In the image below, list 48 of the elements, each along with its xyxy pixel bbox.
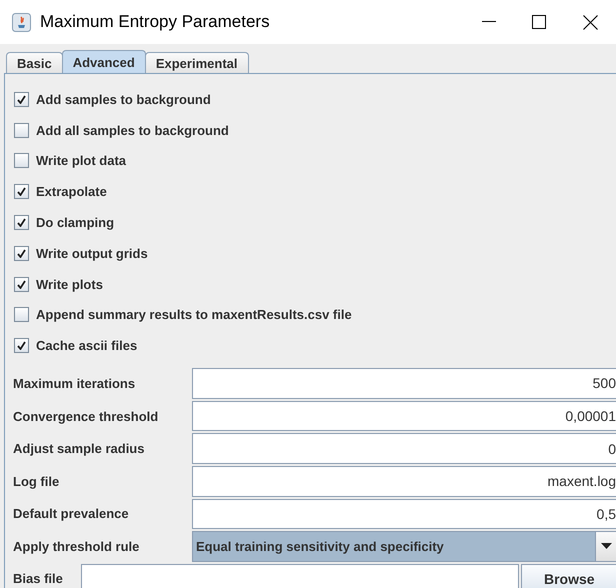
checkbox-label: Add all samples to background [36, 122, 229, 138]
checkbox-label: Cache ascii files [36, 338, 138, 354]
check-icon [17, 218, 26, 228]
checkbox-label: Do clamping [36, 215, 114, 230]
input-field[interactable]: 0 [192, 433, 616, 464]
checkbox-label: Write output grids [36, 246, 148, 261]
checkbox[interactable] [14, 246, 29, 261]
checkbox[interactable] [14, 276, 29, 292]
tab[interactable]: Experimental [144, 52, 248, 73]
input-field[interactable]: 0,5 [192, 498, 616, 530]
checkbox-label: Write plot data [36, 153, 126, 168]
bias-file-field[interactable] [81, 564, 519, 588]
tab[interactable]: Basic [6, 52, 63, 73]
input-field[interactable]: maxent.log [192, 466, 616, 497]
check-icon [17, 248, 26, 258]
close-icon [582, 14, 598, 30]
checkbox[interactable] [14, 338, 29, 354]
checkbox-label: Append summary results to maxentResults.csv file [36, 307, 352, 322]
field-label: Bias file [12, 570, 64, 588]
checkbox[interactable] [14, 153, 29, 168]
checkbox-label: Extrapolate [36, 184, 107, 200]
checkbox[interactable] [14, 307, 29, 322]
caret-icon [600, 543, 612, 550]
field-label: Maximum iterations [12, 374, 136, 393]
checkbox[interactable] [14, 215, 29, 230]
check-icon [17, 341, 26, 350]
threshold-rule-dropdown[interactable]: Equal training sensitivity and specificity [192, 531, 616, 562]
checkbox-label: Add samples to background [36, 92, 211, 107]
app-icon [12, 12, 31, 32]
check-icon [17, 187, 26, 196]
check-icon [17, 280, 26, 289]
field-label: Log file [12, 472, 60, 491]
tab[interactable]: Advanced [62, 50, 146, 73]
input-field[interactable]: 500 [192, 368, 616, 399]
field-label: Adjust sample radius [12, 440, 146, 458]
minimize-icon [482, 21, 496, 23]
input-field[interactable]: 0,00001 [192, 400, 616, 432]
window-title: Maximum Entropy Parameters [40, 12, 271, 32]
check-icon [17, 94, 26, 104]
checkbox[interactable] [14, 184, 29, 200]
field-label: Apply threshold rule [12, 538, 140, 556]
browse-button[interactable]: Browse [521, 564, 616, 588]
maximize-icon [532, 15, 546, 29]
checkbox[interactable] [14, 122, 29, 138]
checkbox[interactable] [14, 92, 29, 107]
checkbox-label: Write plots [36, 276, 103, 292]
field-label: Convergence threshold [12, 408, 160, 426]
field-label: Default prevalence [12, 505, 130, 524]
